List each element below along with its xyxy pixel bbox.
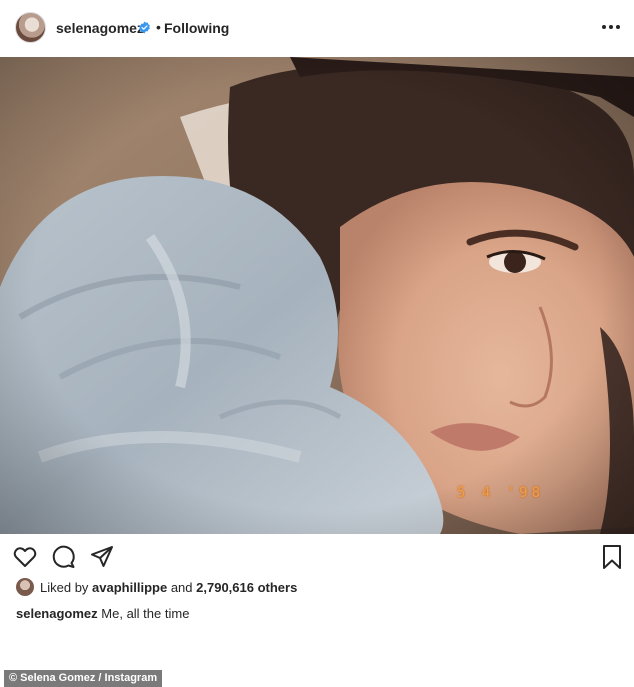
- likes-prefix: Liked by: [40, 579, 89, 595]
- profile-avatar[interactable]: [15, 12, 46, 43]
- likes-summary: Liked by avaphillippe and 2,790,616 othe…: [16, 577, 297, 597]
- caption-username-link[interactable]: selenagomez: [16, 606, 98, 621]
- username-link[interactable]: selenagomez: [56, 20, 144, 36]
- likes-conjunction: and: [170, 579, 193, 595]
- post-caption: selenagomez Me, all the time: [16, 606, 189, 621]
- post-header: selenagomez • Following: [0, 0, 634, 57]
- comment-icon[interactable]: [51, 544, 77, 570]
- caption-text: Me, all the time: [101, 606, 190, 621]
- liker-avatar[interactable]: [16, 578, 34, 596]
- verified-badge-icon: [139, 21, 150, 34]
- liker-username-link[interactable]: avaphillippe: [92, 580, 167, 595]
- action-bar: [0, 534, 634, 578]
- photo-illustration: [0, 57, 634, 534]
- share-icon[interactable]: [89, 544, 115, 570]
- bookmark-icon[interactable]: [599, 544, 625, 570]
- following-button[interactable]: Following: [164, 20, 229, 36]
- likes-count-link[interactable]: 2,790,616 others: [196, 580, 297, 595]
- photo-date-stamp: 5 4 '98: [457, 485, 545, 501]
- photo-credit: © Selena Gomez / Instagram: [4, 670, 163, 687]
- separator-dot: •: [156, 19, 161, 35]
- more-options-icon[interactable]: [600, 17, 622, 37]
- heart-icon[interactable]: [12, 544, 38, 570]
- post-photo[interactable]: 5 4 '98: [0, 57, 634, 534]
